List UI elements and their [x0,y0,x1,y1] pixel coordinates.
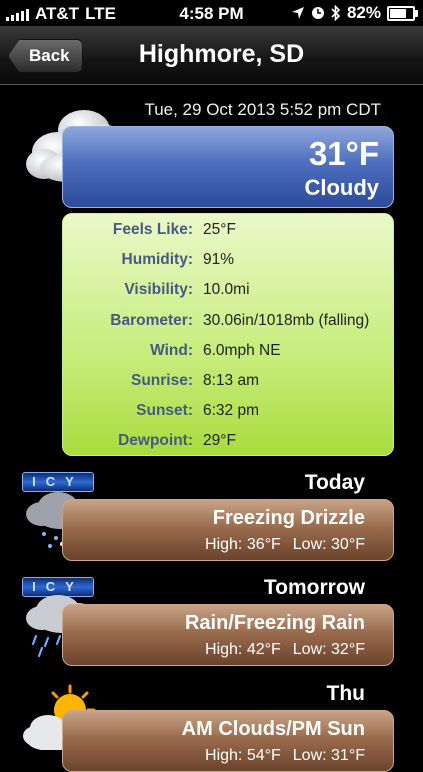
forecast-description: AM Clouds/PM Sun [181,718,365,740]
forecast-day-title: Today [304,471,365,494]
detail-row-barometer: Barometer: 30.06in/1018mb (falling) [63,312,393,342]
detail-label: Dewpoint: [118,432,193,449]
observation-timestamp: Tue, 29 Oct 2013 5:52 pm CDT [144,100,381,119]
detail-row-dewpoint: Dewpoint: 29°F [63,432,393,462]
status-bar: AT&T LTE 4:58 PM 82% [0,0,423,26]
detail-row-sunrise: Sunrise: 8:13 am [63,372,393,402]
forecast-day-title: Thu [326,682,365,705]
bluetooth-icon [331,5,341,21]
detail-value: 91% [203,251,235,268]
detail-value: 8:13 am [203,372,260,389]
forecast-card-today[interactable]: Freezing Drizzle High: 36°F Low: 30°F [62,499,394,561]
detail-row-visibility: Visibility: 10.0mi [63,281,393,311]
page-title: Highmore, SD [138,40,305,68]
detail-value: 6:32 pm [203,402,260,419]
forecast-low: Low: 30°F [292,536,365,553]
detail-label: Visibility: [124,281,193,298]
detail-row-sunset: Sunset: 6:32 pm [63,402,393,432]
detail-row-wind: Wind: 6.0mph NE [63,342,393,372]
forecast-description: Rain/Freezing Rain [184,612,365,634]
battery-icon [387,5,418,21]
weather-details-card: Feels Like: 25°F Humidity: 91% Visibilit… [62,213,394,456]
detail-label: Feels Like: [112,221,193,238]
battery-level-fill [390,8,407,18]
forecast-high: High: 42°F [205,641,281,658]
detail-row-humidity: Humidity: 91% [63,251,393,281]
detail-value: 10.0mi [203,281,250,298]
forecast-high-low: High: 42°F Low: 32°F [205,641,365,659]
navigation-bar: Back Highmore, SD [0,26,423,85]
current-temperature: 31°F [308,135,379,172]
forecast-low: Low: 32°F [292,641,365,658]
detail-label: Humidity: [121,251,193,268]
current-conditions-card: 31°F Cloudy [62,126,394,208]
forecast-description: Freezing Drizzle [212,507,365,529]
status-indicators: 82% [291,3,418,23]
forecast-high-low: High: 36°F Low: 30°F [205,536,365,554]
detail-label: Sunset: [136,402,193,419]
detail-label: Wind: [150,342,193,359]
detail-row-feels-like: Feels Like: 25°F [63,221,393,251]
detail-label: Barometer: [110,312,193,329]
forecast-high: High: 36°F [205,536,281,553]
location-arrow-icon [291,7,304,19]
detail-value: 29°F [203,432,236,449]
forecast-card-tomorrow[interactable]: Rain/Freezing Rain High: 42°F Low: 32°F [62,604,394,666]
alarm-clock-icon [311,7,324,19]
detail-value: 6.0mph NE [203,342,281,359]
forecast-day-title: Tomorrow [263,576,365,599]
battery-percent: 82% [346,3,381,22]
detail-value: 25°F [203,221,236,238]
detail-value: 30.06in/1018mb (falling) [203,312,370,329]
forecast-card-thu[interactable]: AM Clouds/PM Sun High: 54°F Low: 31°F [62,710,394,772]
current-condition: Cloudy [304,175,379,200]
detail-label: Sunrise: [130,372,193,389]
